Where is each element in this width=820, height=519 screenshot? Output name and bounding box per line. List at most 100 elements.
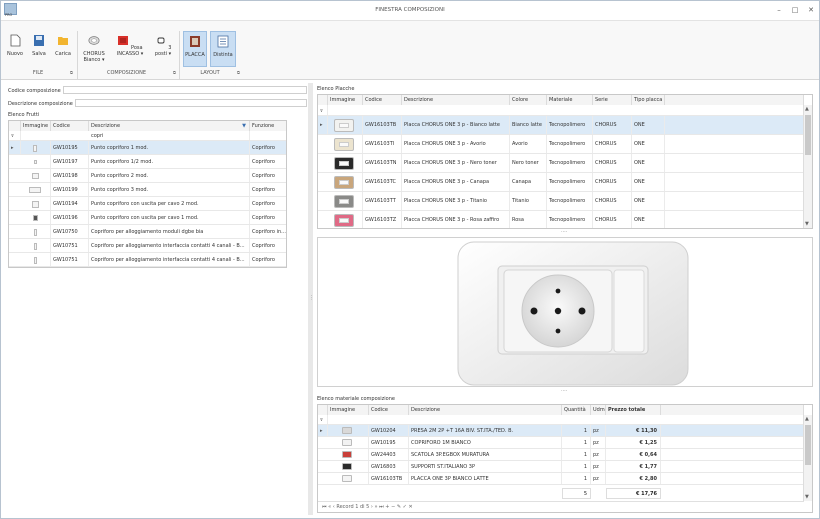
table-row[interactable]: GW16103TI Placca CHORUS ONE 3 p - Avorio A…: [318, 135, 803, 154]
nav-prev-icon[interactable]: ‹: [333, 504, 335, 510]
splitter-grip-icon[interactable]: ····: [561, 388, 567, 394]
nav-cancel-icon[interactable]: ✕: [408, 504, 412, 510]
table-row[interactable]: GW24403 SCATOLA 3P.EGBOX MURATURA 1 pz € 0,6…: [318, 449, 803, 461]
nav-next-icon[interactable]: ›: [371, 504, 373, 510]
group-file-launcher-icon[interactable]: ⧉: [70, 70, 73, 75]
table-row[interactable]: GW16103TC Placca CHORUS ONE 3 p - Canapa C…: [318, 173, 803, 192]
table-row[interactable]: ▸ GW10204 PRESA 2M 2P +T 16A BIV. ST.ITA./…: [318, 425, 803, 437]
placche-scrollbar[interactable]: ▲ ▼: [803, 105, 812, 228]
close-icon[interactable]: ✕: [806, 6, 816, 15]
nav-add-icon[interactable]: +: [385, 504, 389, 510]
group-composizione-launcher-icon[interactable]: ⧉: [173, 70, 176, 75]
scroll-thumb[interactable]: [805, 115, 811, 155]
cell-quantita: 1: [562, 461, 591, 472]
column-header-tipo-placca[interactable]: Tipo placca: [632, 95, 665, 105]
splitter-grip-icon[interactable]: ····: [561, 229, 567, 235]
column-header-descrizione[interactable]: Descrizione: [402, 95, 510, 105]
load-button[interactable]: Carica: [52, 34, 74, 57]
table-row[interactable]: GW16103TB PLACCA ONE 3P BIANCO LATTE 1 pz € …: [318, 473, 803, 485]
load-button-label: Carica: [55, 51, 71, 57]
cell-codice: GW24403: [369, 449, 409, 460]
materiale-title: Elenco materiale composizione: [317, 396, 395, 402]
mounting-dropdown-button[interactable]: Posa INCASSO ▾: [111, 34, 149, 57]
list-icon: [217, 35, 229, 48]
cell-codice: GW16103TI: [363, 135, 402, 153]
table-row[interactable]: GW16103TZ Placca CHORUS ONE 3 p - Rosa za…: [318, 211, 803, 228]
descrizione-composizione-input[interactable]: [75, 99, 307, 107]
cell-colore: Avorio: [510, 135, 547, 153]
filter-icon[interactable]: ▼: [242, 121, 246, 131]
column-header-materiale[interactable]: Materiale: [547, 95, 593, 105]
cell-codice: GW16103TZ: [363, 211, 402, 228]
column-header-serie[interactable]: Serie: [593, 95, 632, 105]
column-header-udm[interactable]: Udm: [591, 405, 606, 415]
table-row[interactable]: GW10751 Copriforo per alloggiamento inter…: [9, 239, 286, 253]
thumbnail-cell: [328, 211, 363, 228]
column-header-codice[interactable]: Codice: [51, 121, 89, 131]
current-row-icon: ▸: [9, 141, 21, 154]
group-layout-launcher-icon[interactable]: ⧉: [237, 70, 240, 75]
scroll-thumb[interactable]: [805, 425, 811, 465]
scroll-up-icon[interactable]: ▲: [805, 106, 809, 112]
scroll-down-icon[interactable]: ▼: [805, 221, 809, 227]
table-row[interactable]: GW10194 Punto copriforo con uscita per ca…: [9, 197, 286, 211]
scroll-down-icon[interactable]: ▼: [805, 494, 809, 500]
table-row[interactable]: GW10751 Copriforo per alloggiamento inter…: [9, 253, 286, 267]
column-header-prezzo-totale[interactable]: Prezzo totale: [606, 405, 661, 415]
cell-codice: GW10204: [369, 425, 409, 436]
current-row-icon: ▸: [318, 116, 328, 134]
row-indicator-header: [318, 405, 328, 415]
codice-composizione-input[interactable]: [63, 86, 307, 94]
new-button[interactable]: Nuovo: [5, 34, 25, 57]
plate-layout-button[interactable]: PLACCA: [183, 31, 207, 67]
nav-edit-icon[interactable]: ✎: [397, 504, 401, 510]
cell-serie: CHORUS: [593, 116, 632, 134]
table-row[interactable]: GW16103TT Placca CHORUS ONE 3 p - Titanio…: [318, 192, 803, 211]
nav-confirm-icon[interactable]: ✓: [403, 504, 407, 510]
table-row[interactable]: GW16103TN Placca CHORUS ONE 3 p - Nero to…: [318, 154, 803, 173]
column-header-immagine[interactable]: Immagine: [328, 95, 363, 105]
column-header-immagine[interactable]: Immagine: [328, 405, 369, 415]
scroll-up-icon[interactable]: ▲: [805, 416, 809, 422]
column-header-quantita[interactable]: Quantità: [562, 405, 591, 415]
descrizione-filter-input[interactable]: copri: [89, 131, 250, 140]
series-dropdown-button[interactable]: CHORUS Bianco ▾: [80, 34, 108, 63]
cell-codice: GW16103TC: [363, 173, 402, 191]
nav-first-icon[interactable]: ⏮: [322, 504, 327, 510]
save-button[interactable]: Salva: [29, 34, 49, 57]
nav-delete-icon[interactable]: −: [391, 504, 395, 510]
group-composizione-label: COMPOSIZIONE: [106, 70, 147, 76]
column-header-codice[interactable]: Codice: [363, 95, 402, 105]
cell-descrizione: Placca CHORUS ONE 3 p - Bianco latte: [402, 116, 510, 134]
cell-prezzo-totale: € 1,25: [606, 437, 661, 448]
column-header-funzione[interactable]: Funzione: [250, 121, 286, 131]
thumbnail-cell: [21, 183, 51, 196]
column-header-descrizione[interactable]: Descrizione ▼: [89, 121, 250, 131]
cell-codice: GW16103TN: [363, 154, 402, 172]
table-row[interactable]: GW10197 Punto copriforo 1/2 mod. Copriforo: [9, 155, 286, 169]
materiale-scrollbar[interactable]: ▲ ▼: [803, 415, 812, 501]
table-row[interactable]: GW10199 Punto copriforo 3 mod. Copriforo: [9, 183, 286, 197]
minimize-icon[interactable]: –: [774, 6, 784, 15]
places-dropdown-button[interactable]: 3 posti ▾: [152, 34, 174, 57]
cell-descrizione: Punto copriforo 1 mod.: [89, 141, 250, 154]
nav-next-page-icon[interactable]: »: [375, 504, 378, 510]
table-row[interactable]: ▸ GW10195 Punto copriforo 1 mod. Copriforo: [9, 141, 286, 155]
column-header-codice[interactable]: Codice: [369, 405, 409, 415]
cell-colore: Titanio: [510, 192, 547, 210]
maximize-icon[interactable]: □: [790, 6, 800, 15]
column-header-descrizione[interactable]: Descrizione: [409, 405, 562, 415]
cell-descrizione: COPRIFORO 1M BIANCO: [409, 437, 562, 448]
column-header-colore[interactable]: Colore: [510, 95, 547, 105]
table-row[interactable]: GW10198 Punto copriforo 2 mod. Copriforo: [9, 169, 286, 183]
table-row[interactable]: ▸ GW16103TB Placca CHORUS ONE 3 p - Bianco…: [318, 116, 803, 135]
column-header-immagine[interactable]: Immagine: [21, 121, 51, 131]
nav-prev-page-icon[interactable]: «: [328, 504, 331, 510]
table-row[interactable]: GW10195 COPRIFORO 1M BIANCO 1 pz € 1,25: [318, 437, 803, 449]
table-row[interactable]: GW10750 Copriforo per alloggiamento modul…: [9, 225, 286, 239]
table-row[interactable]: GW16803 SUPPORTI ST.ITALIANO 3P 1 pz € 1,77: [318, 461, 803, 473]
table-row[interactable]: GW10196 Punto copriforo con uscita per ca…: [9, 211, 286, 225]
bom-layout-button[interactable]: Distinta: [210, 31, 236, 67]
cell-codice: GW10195: [51, 141, 89, 154]
nav-last-icon[interactable]: ⏭: [379, 504, 384, 510]
